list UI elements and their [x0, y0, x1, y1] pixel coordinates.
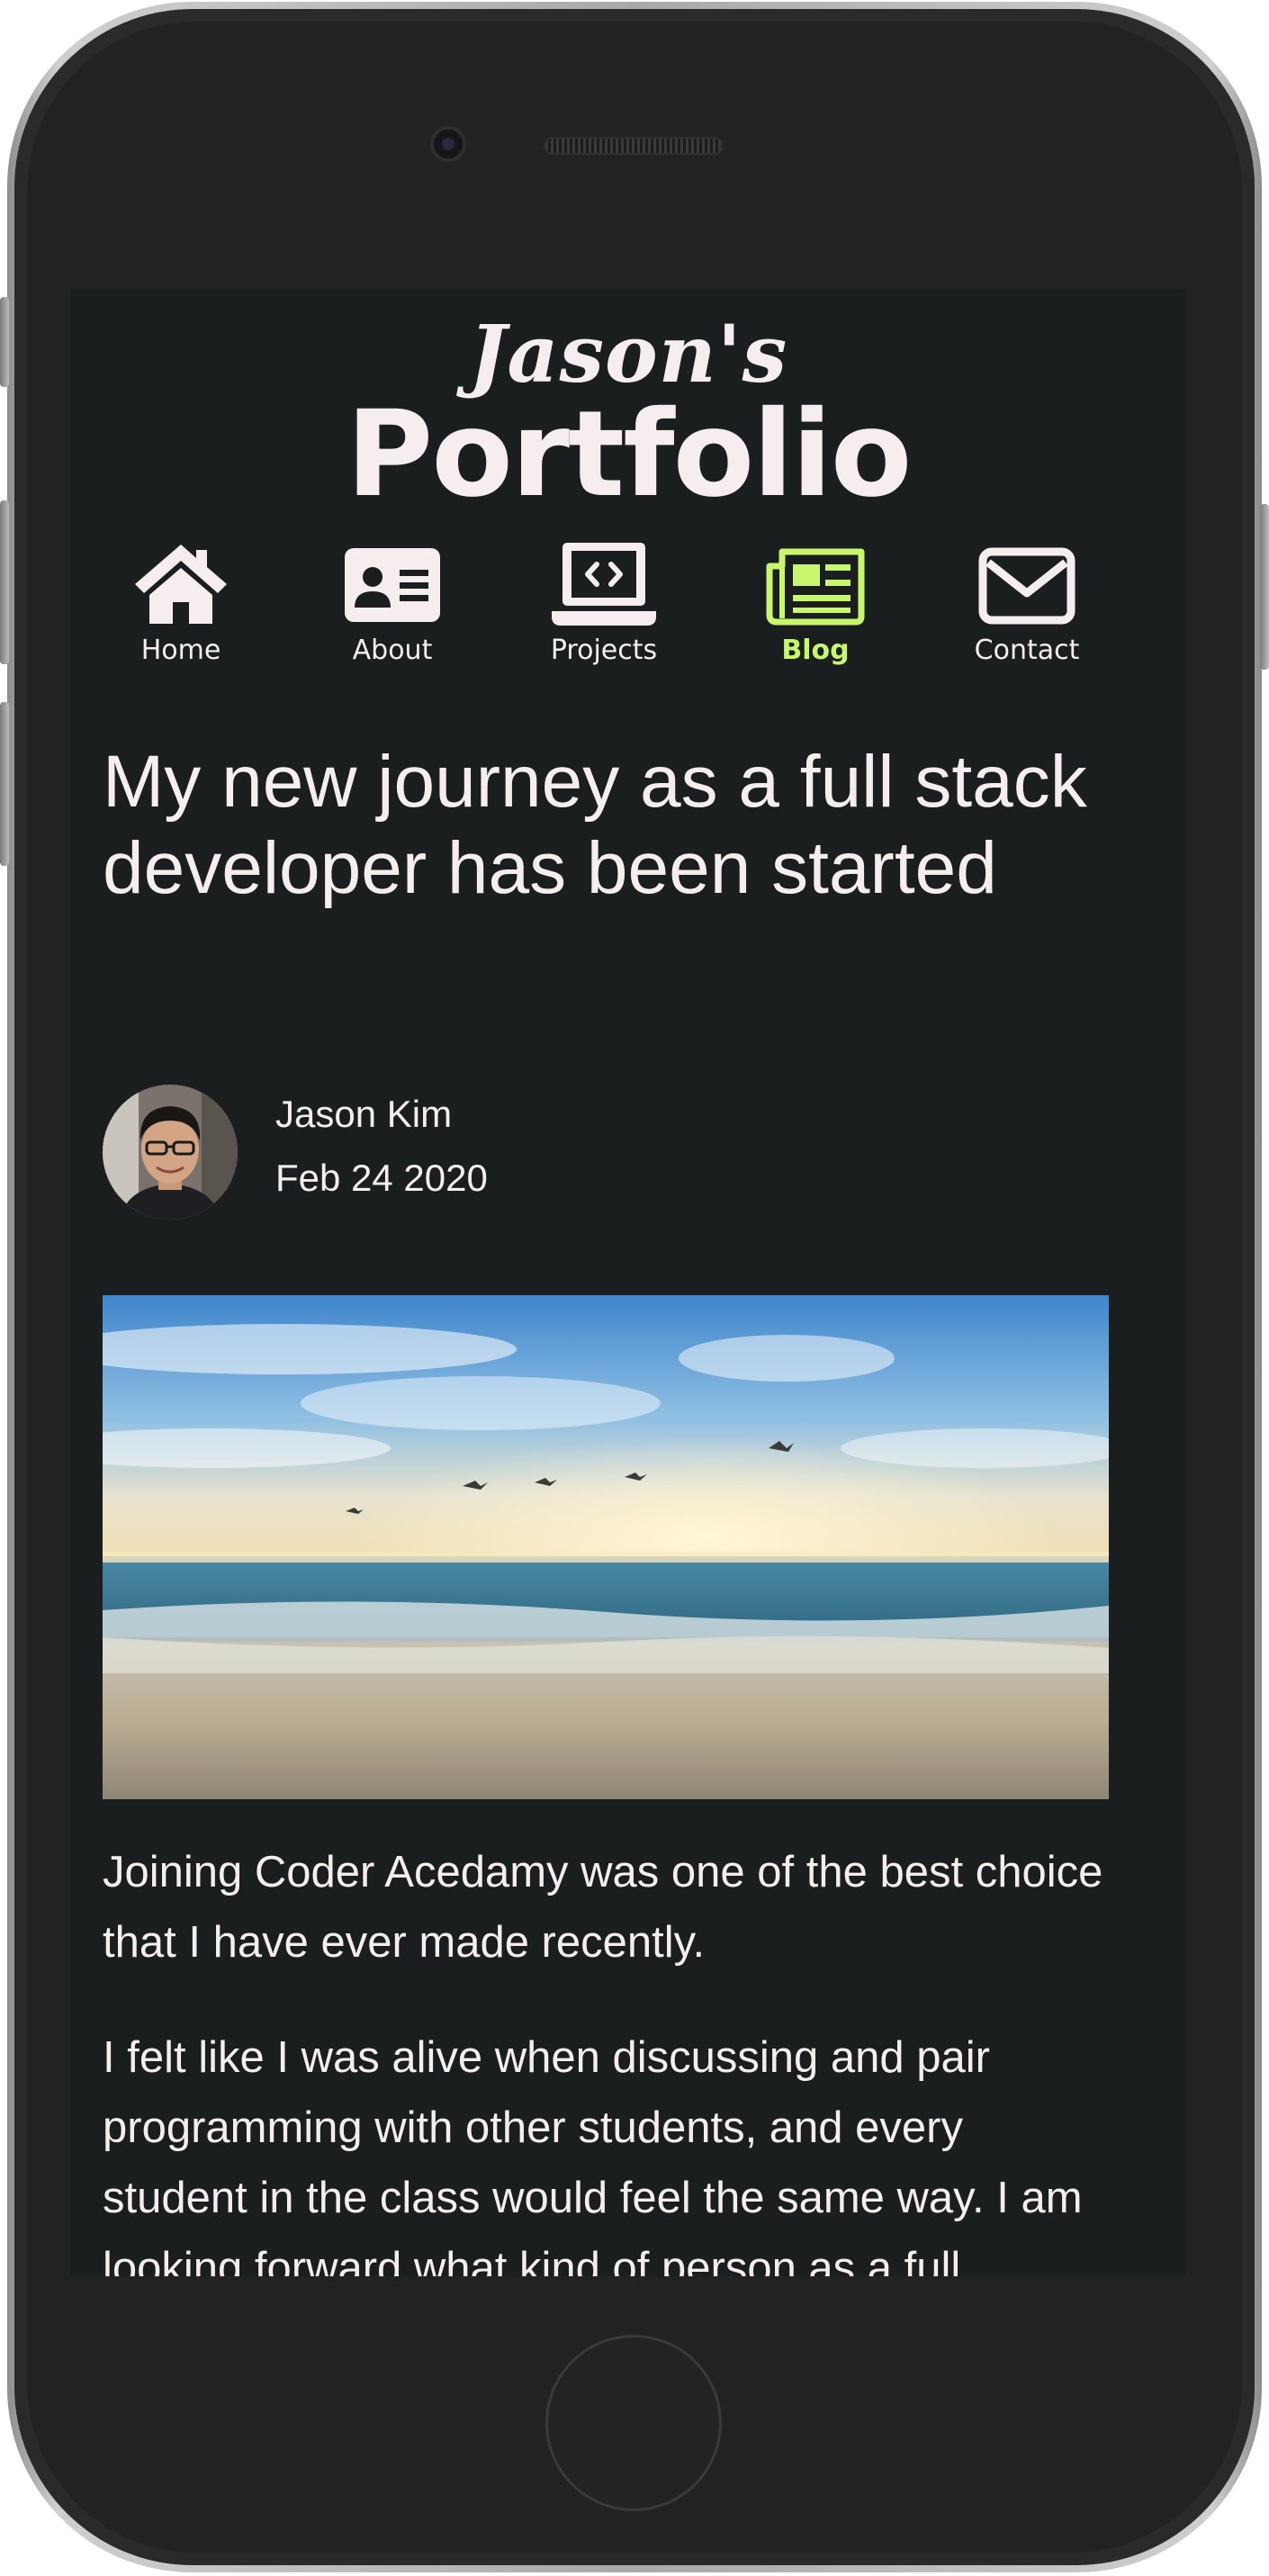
- post-paragraph: Joining Coder Acedamy was one of the bes…: [103, 1848, 1103, 1967]
- volume-up-button: [0, 500, 9, 664]
- volume-down-button: [0, 702, 9, 866]
- nav-item-blog[interactable]: Blog: [725, 539, 905, 666]
- logo-title[interactable]: Portfolio: [70, 395, 1186, 514]
- power-button: [1260, 504, 1269, 670]
- id-card-icon: [345, 548, 440, 622]
- post-title: My new journey as a full stack developer…: [103, 741, 1087, 909]
- home-icon: [135, 545, 227, 624]
- nav-item-about[interactable]: About: [302, 539, 482, 666]
- nav-label-projects: Projects: [550, 635, 658, 666]
- nav-label-home: Home: [140, 635, 221, 666]
- laptop-code-icon: [552, 543, 656, 626]
- author-name: Jason Kim: [275, 1093, 453, 1135]
- mute-switch: [0, 297, 9, 387]
- nav-label-about: About: [352, 635, 433, 666]
- newspaper-icon: [766, 548, 865, 626]
- nav-item-contact[interactable]: Contact: [937, 539, 1117, 666]
- nav-label-blog: Blog: [781, 635, 850, 666]
- nav-item-home[interactable]: Home: [91, 539, 271, 666]
- earpiece-speaker: [544, 137, 724, 155]
- nav-label-contact: Contact: [974, 635, 1080, 666]
- post-body: Joining Coder Acedamy was one of the bes…: [103, 1837, 1111, 2276]
- post-hero-image: [103, 1295, 1109, 1799]
- main-nav: Home About Projects Blog Contact: [70, 539, 1186, 674]
- home-button[interactable]: [545, 2335, 722, 2511]
- post-paragraph: I felt like I was alive when discussing …: [103, 2033, 1083, 2276]
- front-camera: [430, 126, 466, 162]
- envelope-icon: [978, 547, 1076, 625]
- post-date: Feb 24 2020: [275, 1157, 488, 1199]
- screen: Jason's Portfolio Home About Projects Bl…: [70, 289, 1186, 2276]
- author-avatar: [103, 1085, 238, 1220]
- nav-item-projects[interactable]: Projects: [514, 539, 694, 666]
